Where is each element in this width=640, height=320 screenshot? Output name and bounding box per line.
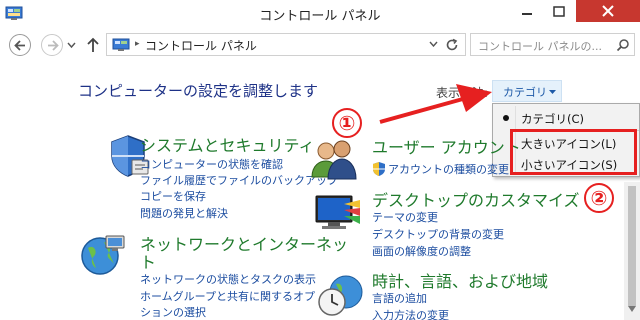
annotation-step-2: ② — [584, 183, 614, 213]
annotation-step-1: ① — [332, 108, 362, 138]
annotation-highlight-box — [510, 129, 637, 175]
